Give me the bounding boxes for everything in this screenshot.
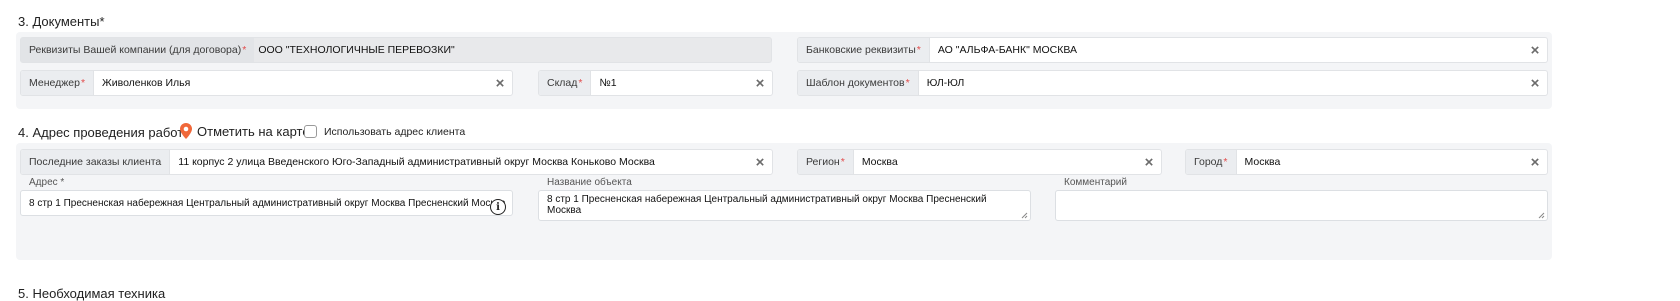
company-details-field: Реквизиты Вашей компании (для договора) *… <box>20 37 772 63</box>
warehouse-field[interactable]: Склад * №1 × <box>538 70 773 96</box>
last-orders-label: Последние заказы клиента <box>21 150 171 174</box>
doc-template-label: Шаблон документов * <box>798 71 919 95</box>
address-input[interactable]: 8 стр 1 Пресненская набережная Центральн… <box>20 190 513 216</box>
close-icon[interactable]: × <box>748 71 772 95</box>
map-link[interactable]: Отметить на карте <box>180 123 310 139</box>
company-details-value: ООО "ТЕХНОЛОГИЧНЫЕ ПЕРЕВОЗКИ" <box>258 44 455 56</box>
comment-textarea[interactable] <box>1055 190 1548 221</box>
city-field[interactable]: Город * Москва × <box>1185 149 1548 175</box>
address-label: Адрес * <box>29 177 65 188</box>
city-label: Город * <box>1186 150 1237 174</box>
region-field[interactable]: Регион * Москва × <box>797 149 1162 175</box>
company-details-label: Реквизиты Вашей компании (для договора) * <box>21 38 255 62</box>
object-name-label: Название объекта <box>547 177 632 188</box>
doc-template-value[interactable]: ЮЛ-ЮЛ <box>919 71 1523 95</box>
manager-field[interactable]: Менеджер * Живоленков Илья × <box>20 70 513 96</box>
section-documents-title: 3. Документы* <box>18 14 105 29</box>
region-value[interactable]: Москва <box>854 150 1137 174</box>
bank-details-label: Банковские реквизиты * <box>798 38 930 62</box>
bank-details-value[interactable]: АО "АЛЬФА-БАНК" МОСКВА <box>930 38 1523 62</box>
warehouse-value[interactable]: №1 <box>591 71 748 95</box>
bank-details-field[interactable]: Банковские реквизиты * АО "АЛЬФА-БАНК" МО… <box>797 37 1548 63</box>
map-link-label: Отметить на карте <box>197 123 310 139</box>
close-icon[interactable]: × <box>1137 150 1161 174</box>
region-label: Регион * <box>798 150 854 174</box>
last-orders-field[interactable]: Последние заказы клиента 11 корпус 2 ули… <box>20 149 773 175</box>
last-orders-value[interactable]: 11 корпус 2 улица Введенского Юго-Западн… <box>170 150 748 174</box>
manager-value[interactable]: Живоленков Илья <box>94 71 488 95</box>
city-value[interactable]: Москва <box>1237 150 1524 174</box>
use-client-address-label: Использовать адрес клиента <box>324 125 466 138</box>
close-icon[interactable]: × <box>748 150 772 174</box>
doc-template-field[interactable]: Шаблон документов * ЮЛ-ЮЛ × <box>797 70 1548 96</box>
object-name-value: 8 стр 1 Пресненская набережная Центральн… <box>547 194 987 216</box>
close-icon[interactable]: × <box>1523 150 1547 174</box>
map-pin-icon <box>180 123 192 139</box>
address-value: 8 стр 1 Пресненская набережная Центральн… <box>29 197 506 209</box>
section-equipment-title: 5. Необходимая техника <box>18 286 166 301</box>
resize-handle-icon[interactable] <box>1020 211 1028 219</box>
resize-handle-icon[interactable] <box>1537 211 1545 219</box>
close-icon[interactable]: × <box>1523 38 1547 62</box>
close-icon[interactable]: × <box>1523 71 1547 95</box>
info-icon[interactable]: i <box>490 199 506 215</box>
warehouse-label: Склад * <box>539 71 592 95</box>
object-name-textarea[interactable]: 8 стр 1 Пресненская набережная Центральн… <box>538 190 1031 221</box>
use-client-address-option[interactable]: Использовать адрес клиента <box>304 125 465 138</box>
close-icon[interactable]: × <box>488 71 512 95</box>
section-address-title: 4. Адрес проведения работ* <box>18 125 189 140</box>
comment-label: Комментарий <box>1064 177 1127 188</box>
manager-label: Менеджер * <box>21 71 95 95</box>
use-client-address-checkbox[interactable] <box>304 125 317 138</box>
